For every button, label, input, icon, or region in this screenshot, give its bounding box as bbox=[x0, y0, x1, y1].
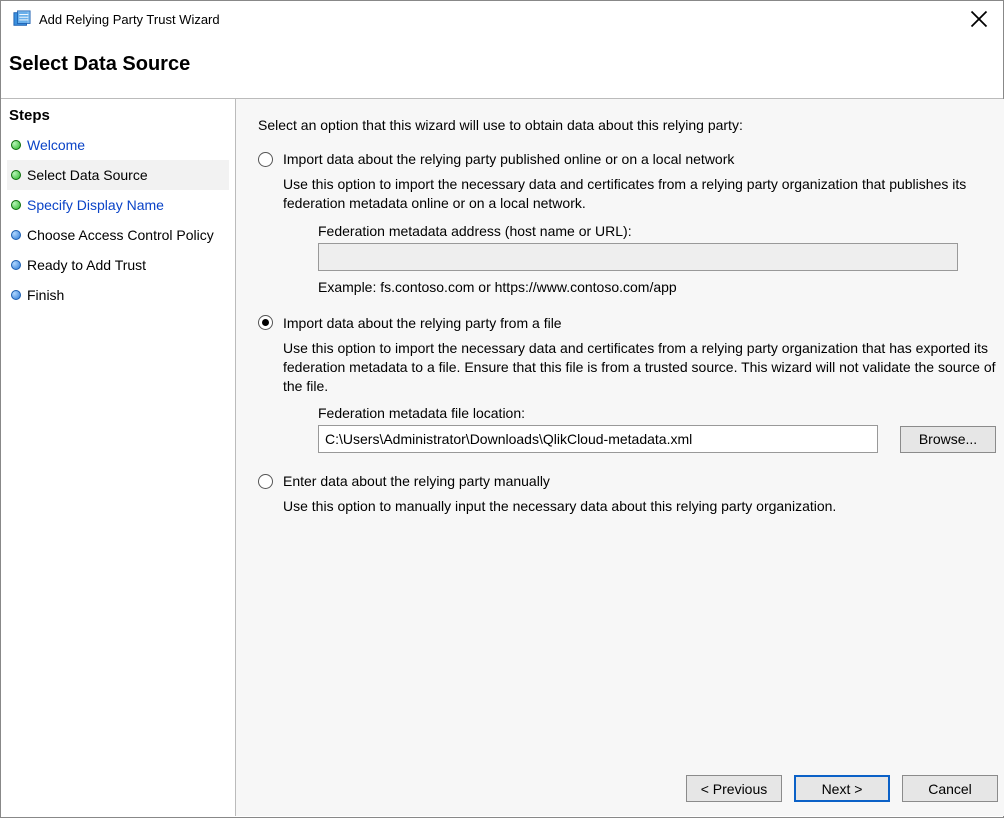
option-header: Import data about the relying party from… bbox=[258, 315, 996, 331]
intro-text: Select an option that this wizard will u… bbox=[258, 117, 996, 133]
titlebar: Add Relying Party Trust Wizard bbox=[1, 1, 1003, 37]
step-finish[interactable]: Finish bbox=[7, 280, 229, 310]
step-label: Finish bbox=[27, 287, 64, 303]
content-inner: Select an option that this wizard will u… bbox=[258, 117, 996, 798]
field-block: Federation metadata address (host name o… bbox=[318, 223, 996, 295]
step-specify-display-name[interactable]: Specify Display Name bbox=[7, 190, 229, 220]
step-dot-icon bbox=[11, 260, 21, 270]
step-dot-icon bbox=[11, 170, 21, 180]
option-header: Enter data about the relying party manua… bbox=[258, 473, 996, 489]
page-heading: Select Data Source bbox=[1, 37, 1003, 98]
option-import-file: Import data about the relying party from… bbox=[258, 315, 996, 454]
window-title: Add Relying Party Trust Wizard bbox=[39, 12, 975, 27]
steps-sidebar: Steps Welcome Select Data Source Specify… bbox=[1, 99, 236, 816]
app-icon bbox=[13, 10, 31, 28]
option-desc: Use this option to import the necessary … bbox=[283, 175, 996, 213]
step-dot-icon bbox=[11, 200, 21, 210]
close-button[interactable] bbox=[975, 11, 991, 27]
radio-enter-manually[interactable] bbox=[258, 474, 273, 489]
option-title: Enter data about the relying party manua… bbox=[283, 473, 550, 489]
metadata-file-label: Federation metadata file location: bbox=[318, 405, 996, 421]
option-title: Import data about the relying party publ… bbox=[283, 151, 734, 167]
file-input-wrap bbox=[318, 425, 878, 453]
step-label: Ready to Add Trust bbox=[27, 257, 146, 273]
browse-button[interactable]: Browse... bbox=[900, 426, 996, 453]
close-icon bbox=[970, 10, 988, 28]
previous-button[interactable]: < Previous bbox=[686, 775, 782, 802]
next-button[interactable]: Next > bbox=[794, 775, 890, 802]
step-label: Welcome bbox=[27, 137, 85, 153]
cancel-button[interactable]: Cancel bbox=[902, 775, 998, 802]
step-dot-icon bbox=[11, 230, 21, 240]
option-enter-manually: Enter data about the relying party manua… bbox=[258, 473, 996, 516]
option-import-online: Import data about the relying party publ… bbox=[258, 151, 996, 295]
metadata-file-input[interactable] bbox=[318, 425, 878, 453]
wizard-footer: < Previous Next > Cancel bbox=[686, 775, 998, 802]
metadata-address-example: Example: fs.contoso.com or https://www.c… bbox=[318, 279, 996, 295]
file-row: Browse... bbox=[318, 425, 996, 453]
step-label: Specify Display Name bbox=[27, 197, 164, 213]
option-title: Import data about the relying party from… bbox=[283, 315, 562, 331]
option-header: Import data about the relying party publ… bbox=[258, 151, 996, 167]
option-desc: Use this option to import the necessary … bbox=[283, 339, 996, 396]
radio-import-online[interactable] bbox=[258, 152, 273, 167]
wizard-body: Steps Welcome Select Data Source Specify… bbox=[1, 98, 1003, 816]
steps-heading: Steps bbox=[7, 105, 229, 130]
radio-import-file[interactable] bbox=[258, 315, 273, 330]
step-select-data-source[interactable]: Select Data Source bbox=[7, 160, 229, 190]
step-dot-icon bbox=[11, 140, 21, 150]
metadata-address-input[interactable] bbox=[318, 243, 958, 271]
step-label: Select Data Source bbox=[27, 167, 148, 183]
content-pane: Select an option that this wizard will u… bbox=[236, 99, 1004, 816]
step-dot-icon bbox=[11, 290, 21, 300]
step-label: Choose Access Control Policy bbox=[27, 227, 214, 243]
step-ready-to-add-trust[interactable]: Ready to Add Trust bbox=[7, 250, 229, 280]
step-welcome[interactable]: Welcome bbox=[7, 130, 229, 160]
metadata-address-label: Federation metadata address (host name o… bbox=[318, 223, 996, 239]
option-desc: Use this option to manually input the ne… bbox=[283, 497, 996, 516]
step-choose-access-control-policy[interactable]: Choose Access Control Policy bbox=[7, 220, 229, 250]
